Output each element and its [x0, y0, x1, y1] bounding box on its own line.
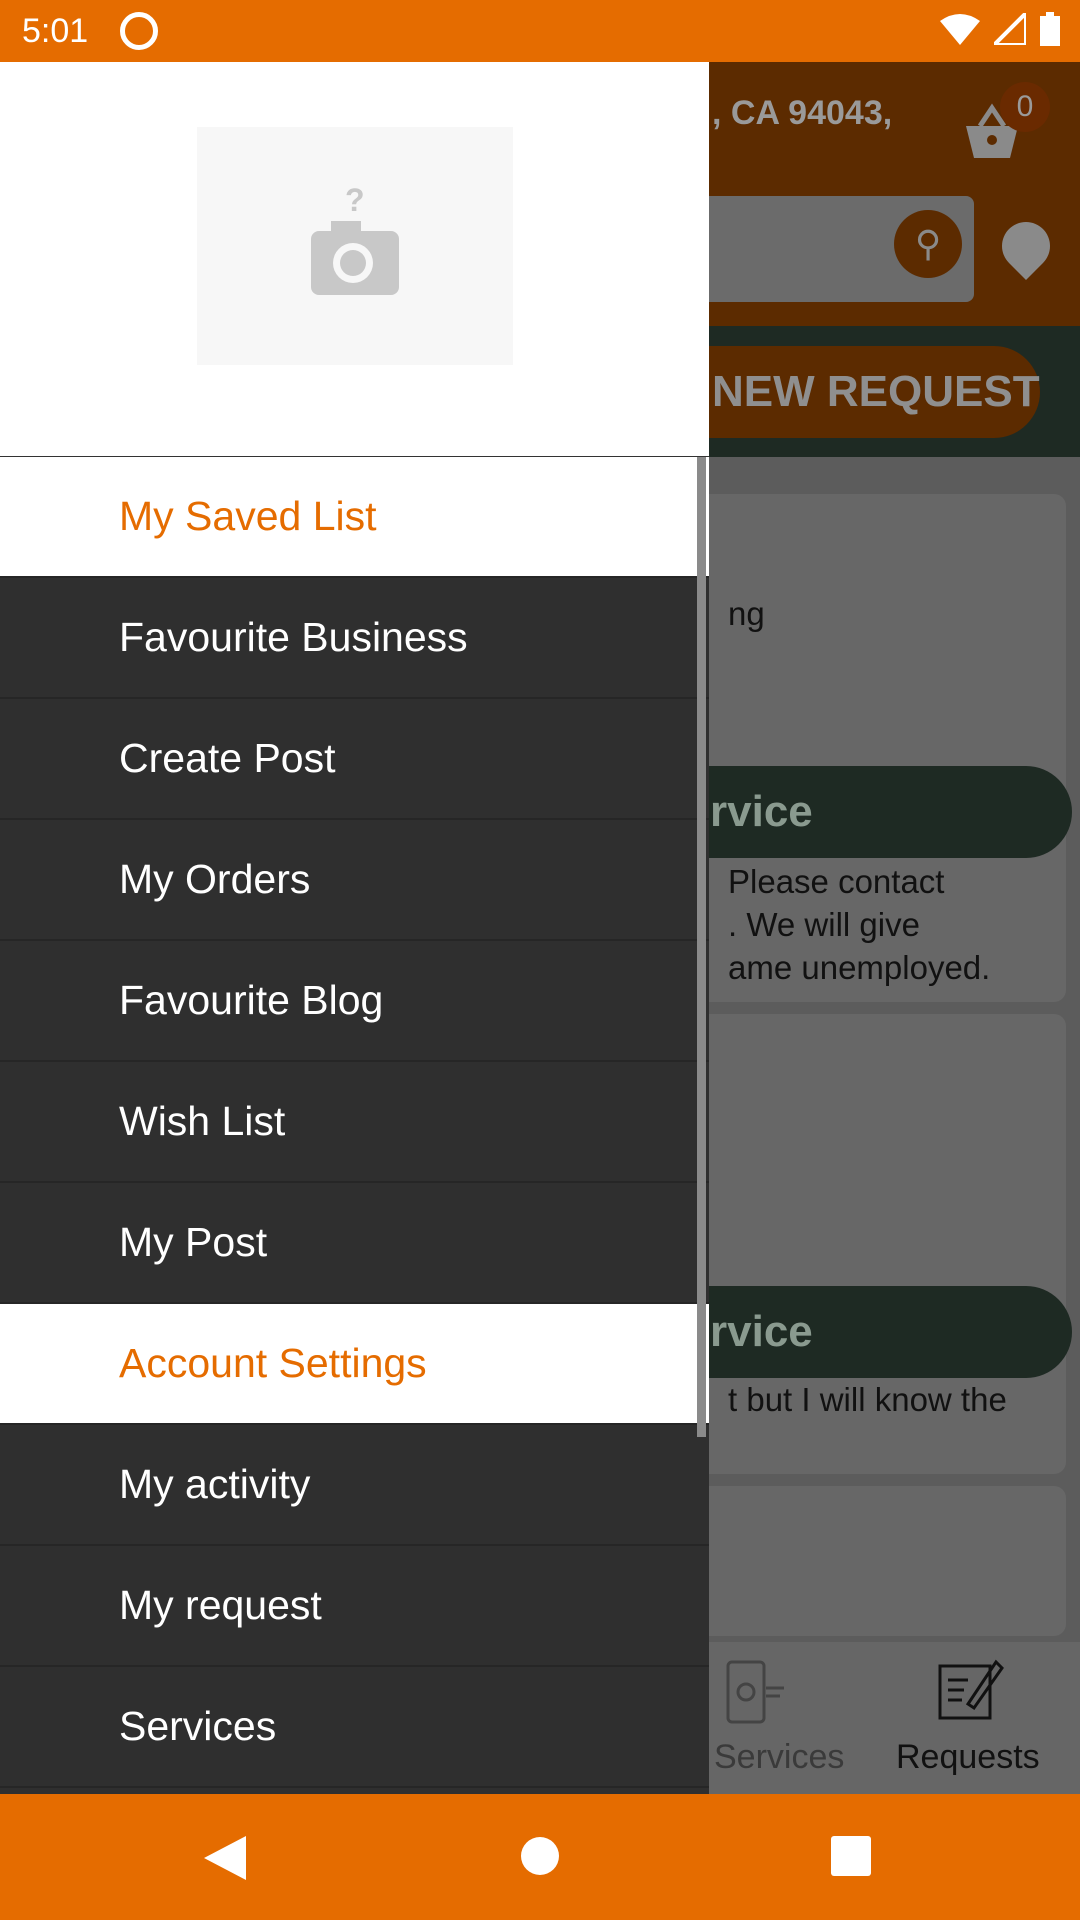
drawer-item-favourite-business[interactable]: Favourite Business: [0, 578, 709, 699]
system-nav-bar: [0, 1794, 1080, 1920]
drawer-item-wish-list[interactable]: Wish List: [0, 1062, 709, 1183]
nav-requests[interactable]: Requests: [896, 1738, 1040, 1777]
drawer-header: ?: [0, 62, 709, 457]
card-text: ame unemployed.: [728, 949, 991, 986]
services-icon[interactable]: [726, 1660, 786, 1724]
camera-placeholder-icon: ?: [311, 182, 399, 295]
drawer-item-my-orders[interactable]: My Orders: [0, 820, 709, 941]
card-text: . We will give: [728, 906, 920, 943]
drawer-item-favourite-blog[interactable]: Favourite Blog: [0, 941, 709, 1062]
nav-services[interactable]: Services: [714, 1738, 844, 1777]
drawer-section-account-settings: Account Settings: [0, 1304, 709, 1425]
drawer-item-my-post[interactable]: My Post: [0, 1183, 709, 1304]
location-address[interactable]: , CA 94043,: [712, 94, 892, 133]
drawer-item-services[interactable]: Services: [0, 1667, 709, 1788]
search-icon[interactable]: ⚲: [894, 210, 962, 278]
navigation-drawer: ? My Saved List Favourite Business Creat…: [0, 62, 709, 1794]
drawer-item-my-request[interactable]: My request: [0, 1546, 709, 1667]
back-icon[interactable]: [204, 1836, 246, 1880]
drawer-section-my-saved-list: My Saved List: [0, 457, 709, 578]
requests-icon[interactable]: [938, 1656, 1004, 1720]
drawer-scrollbar[interactable]: [697, 457, 706, 1437]
card-text: ng: [728, 595, 765, 632]
signal-icon: [994, 13, 1026, 45]
profile-photo[interactable]: ?: [197, 127, 513, 365]
wifi-icon: [940, 14, 980, 45]
card-text: t but I will know the: [728, 1381, 1007, 1418]
notification-icon: [120, 12, 158, 50]
cart-count-badge: 0: [1000, 82, 1050, 132]
battery-icon: [1040, 12, 1060, 46]
status-bar: 5:01: [0, 0, 1080, 62]
card-text: Please contact: [728, 863, 945, 900]
drawer-item-create-post[interactable]: Create Post: [0, 699, 709, 820]
home-icon[interactable]: [520, 1836, 560, 1876]
recents-icon[interactable]: [831, 1836, 871, 1876]
svg-text:?: ?: [345, 182, 365, 218]
drawer-item-my-activity[interactable]: My activity: [0, 1425, 709, 1546]
drawer-menu: My Saved List Favourite Business Create …: [0, 457, 709, 1788]
status-time: 5:01: [22, 12, 89, 50]
